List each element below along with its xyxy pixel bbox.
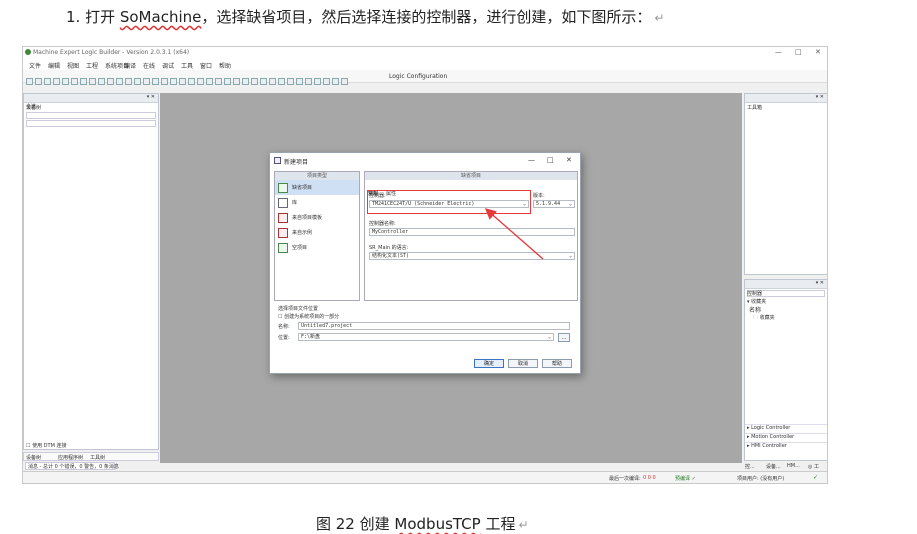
caption-paragraph-mark: ↵ [518,518,529,532]
caption-product: ModbusTCP [394,515,481,533]
doc-heading: 1. 打开 SoMachine，选择缺省项目，然后选择连接的控制器，进行创建，如… [66,6,664,27]
figure-caption: 图 22 创建 ModbusTCP 工程 ↵ [316,513,529,534]
heading-prefix: 1. 打开 [66,8,120,26]
caption-prefix: 图 22 创建 [316,515,395,533]
app-window: Machine Expert Logic Builder - Version 2… [22,46,828,484]
heading-suffix: ，选择缺省项目，然后选择连接的控制器，进行创建，如下图所示： [201,8,652,26]
annotation-arrow [484,208,544,260]
heading-product: SoMachine [119,8,202,26]
arrow-line [484,208,544,260]
caption-suffix: 工程 [480,515,516,533]
paragraph-mark: ↵ [654,11,665,25]
